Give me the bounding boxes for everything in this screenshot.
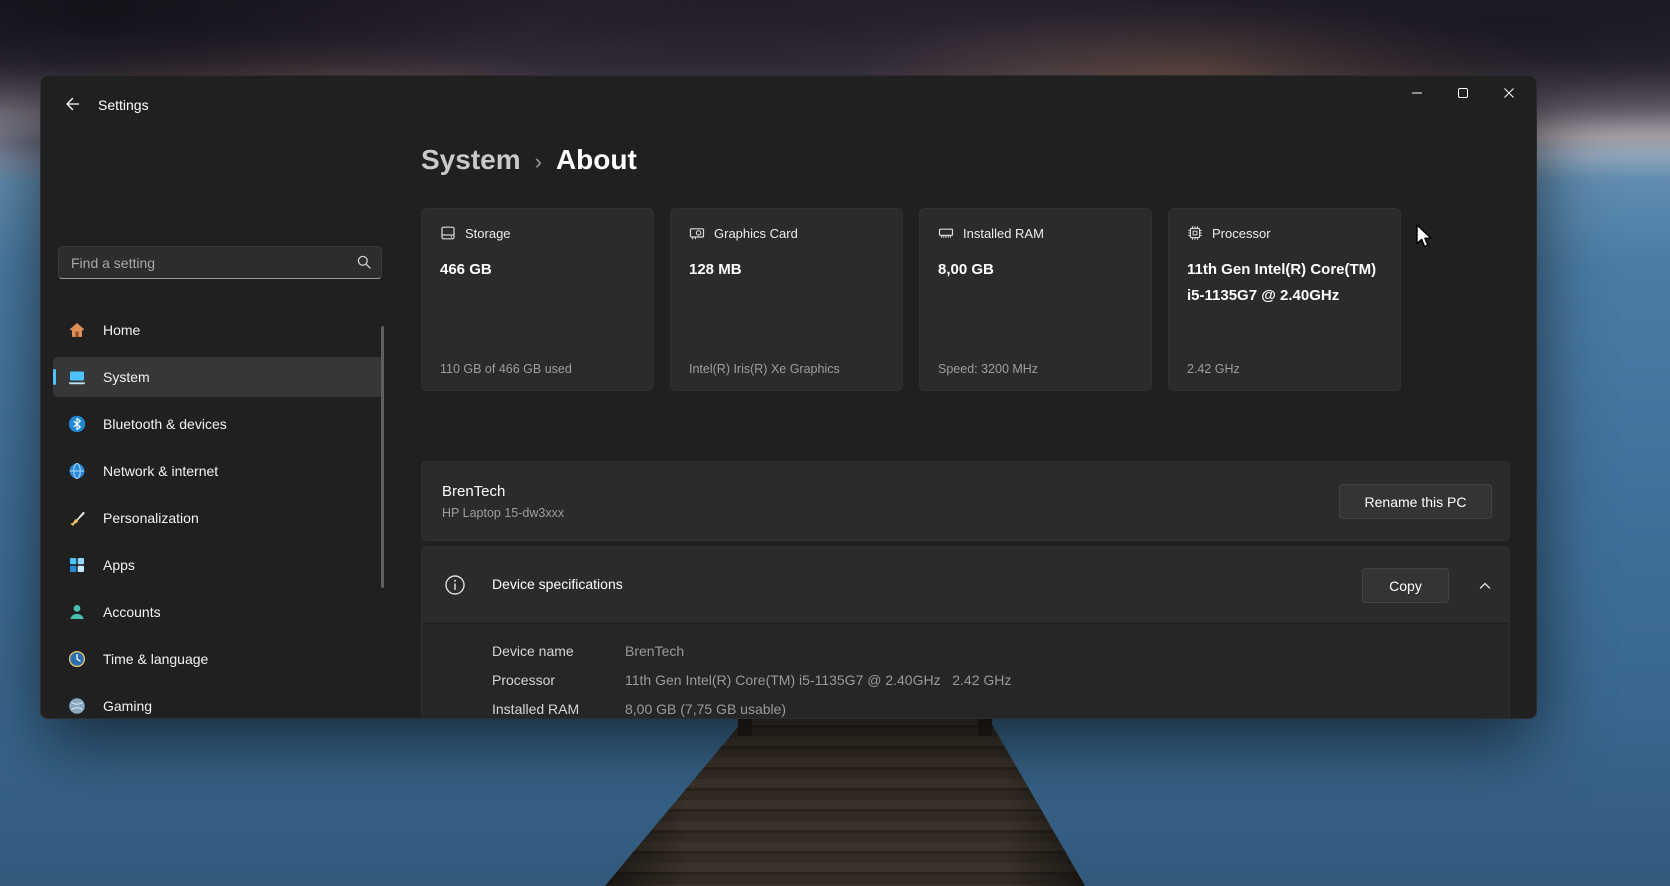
card-title: Graphics Card	[714, 226, 798, 241]
spec-value: 8,00 GB (7,75 GB usable)	[625, 701, 786, 717]
card-detail: Intel(R) Iris(R) Xe Graphics	[689, 362, 884, 376]
apps-icon	[67, 555, 87, 575]
close-button[interactable]	[1486, 76, 1532, 110]
card-value: 466 GB	[440, 257, 635, 283]
card-detail: Speed: 3200 MHz	[938, 362, 1133, 376]
spec-label: Device name	[422, 643, 625, 659]
titlebar: Settings	[41, 76, 1536, 132]
card-value: 11th Gen Intel(R) Core(TM) i5-1135G7 @ 2…	[1187, 257, 1382, 309]
spec-label: Processor	[422, 672, 625, 688]
card-detail: 2.42 GHz	[1187, 362, 1382, 376]
accounts-icon	[67, 602, 87, 622]
maximize-icon	[1457, 87, 1469, 99]
installed-ram-icon	[938, 225, 954, 241]
spec-row-processor: Processor 11th Gen Intel(R) Core(TM) i5-…	[422, 665, 1509, 694]
pier-image	[600, 716, 1090, 886]
spec-row-installed-ram: Installed RAM 8,00 GB (7,75 GB usable)	[422, 694, 1509, 719]
sidebar-item-personalization[interactable]: Personalization	[53, 498, 383, 538]
minimize-button[interactable]	[1394, 76, 1440, 110]
sidebar-item-system[interactable]: System	[53, 357, 383, 397]
card-title: Installed RAM	[963, 226, 1044, 241]
collapse-button[interactable]	[1470, 571, 1500, 601]
card-title: Processor	[1212, 226, 1271, 241]
sidebar-item-label: Accounts	[103, 604, 161, 620]
gaming-icon	[67, 696, 87, 716]
device-name: BrenTech	[442, 483, 505, 500]
breadcrumb-system[interactable]: System	[421, 144, 521, 176]
sidebar-item-label: Home	[103, 322, 140, 338]
page-title: About	[556, 144, 637, 176]
copy-button[interactable]: Copy	[1362, 568, 1449, 603]
sidebar-nav: Home System Bluetooth & devices Network …	[53, 310, 383, 719]
sidebar-item-network-internet[interactable]: Network & internet	[53, 451, 383, 491]
device-specifications-expander[interactable]: Device specifications Copy	[422, 547, 1509, 623]
maximize-button[interactable]	[1440, 76, 1486, 110]
card-value: 8,00 GB	[938, 257, 1133, 283]
sidebar-item-bluetooth-devices[interactable]: Bluetooth & devices	[53, 404, 383, 444]
processor-card: Processor 11th Gen Intel(R) Core(TM) i5-…	[1168, 208, 1401, 391]
sidebar-item-apps[interactable]: Apps	[53, 545, 383, 585]
card-title: Storage	[465, 226, 511, 241]
device-model: HP Laptop 15-dw3xxx	[442, 506, 564, 520]
home-icon	[67, 320, 87, 340]
personalization-icon	[67, 508, 87, 528]
settings-window: Settings	[40, 75, 1537, 719]
storage-card: Storage 466 GB 110 GB of 466 GB used	[421, 208, 654, 391]
sidebar-item-label: Time & language	[103, 651, 208, 667]
back-button[interactable]	[53, 88, 91, 120]
sidebar-item-label: Network & internet	[103, 463, 218, 479]
summary-cards: Storage 466 GB 110 GB of 466 GB used Gra…	[421, 208, 1401, 391]
minimize-icon	[1411, 87, 1423, 99]
processor-icon	[1187, 225, 1203, 241]
specs-section-title: Device specifications	[492, 576, 623, 592]
app-title: Settings	[98, 97, 149, 113]
spec-value: 11th Gen Intel(R) Core(TM) i5-1135G7 @ 2…	[625, 672, 1011, 688]
sidebar-item-gaming[interactable]: Gaming	[53, 686, 383, 719]
sidebar-item-label: Bluetooth & devices	[103, 416, 227, 432]
graphics-card-icon	[689, 225, 705, 241]
back-arrow-icon	[64, 96, 80, 112]
storage-icon	[440, 225, 456, 241]
search-box	[58, 246, 382, 279]
bluetooth-icon	[67, 414, 87, 434]
sidebar-item-label: Gaming	[103, 698, 152, 714]
sidebar-item-time-language[interactable]: Time & language	[53, 639, 383, 679]
sidebar-item-home[interactable]: Home	[53, 310, 383, 350]
device-specifications-card: Device specifications Copy Device name B…	[421, 546, 1510, 719]
sidebar-item-label: System	[103, 369, 150, 385]
network-icon	[67, 461, 87, 481]
specs-rows: Device name BrenTech Processor 11th Gen …	[422, 623, 1509, 719]
card-value: 128 MB	[689, 257, 884, 283]
chevron-up-icon	[1477, 578, 1493, 594]
spec-row-device-name: Device name BrenTech	[422, 636, 1509, 665]
search-icon	[356, 254, 372, 270]
device-name-card: BrenTech HP Laptop 15-dw3xxx Rename this…	[421, 461, 1510, 541]
breadcrumb: System › About	[421, 144, 637, 176]
spec-label: Installed RAM	[422, 701, 625, 717]
sidebar-item-label: Personalization	[103, 510, 199, 526]
search-input[interactable]	[58, 246, 382, 279]
graphics-card-card: Graphics Card 128 MB Intel(R) Iris(R) Xe…	[670, 208, 903, 391]
window-controls	[1394, 76, 1532, 110]
spec-value: BrenTech	[625, 643, 684, 659]
sidebar-item-accounts[interactable]: Accounts	[53, 592, 383, 632]
info-icon	[443, 573, 467, 597]
sidebar-scrollbar[interactable]	[381, 326, 384, 588]
breadcrumb-separator-icon: ›	[535, 146, 542, 175]
system-icon	[67, 367, 87, 387]
rename-pc-button[interactable]: Rename this PC	[1339, 484, 1492, 519]
close-icon	[1503, 87, 1515, 99]
card-detail: 110 GB of 466 GB used	[440, 362, 635, 376]
installed-ram-card: Installed RAM 8,00 GB Speed: 3200 MHz	[919, 208, 1152, 391]
time-language-icon	[67, 649, 87, 669]
sidebar-item-label: Apps	[103, 557, 135, 573]
